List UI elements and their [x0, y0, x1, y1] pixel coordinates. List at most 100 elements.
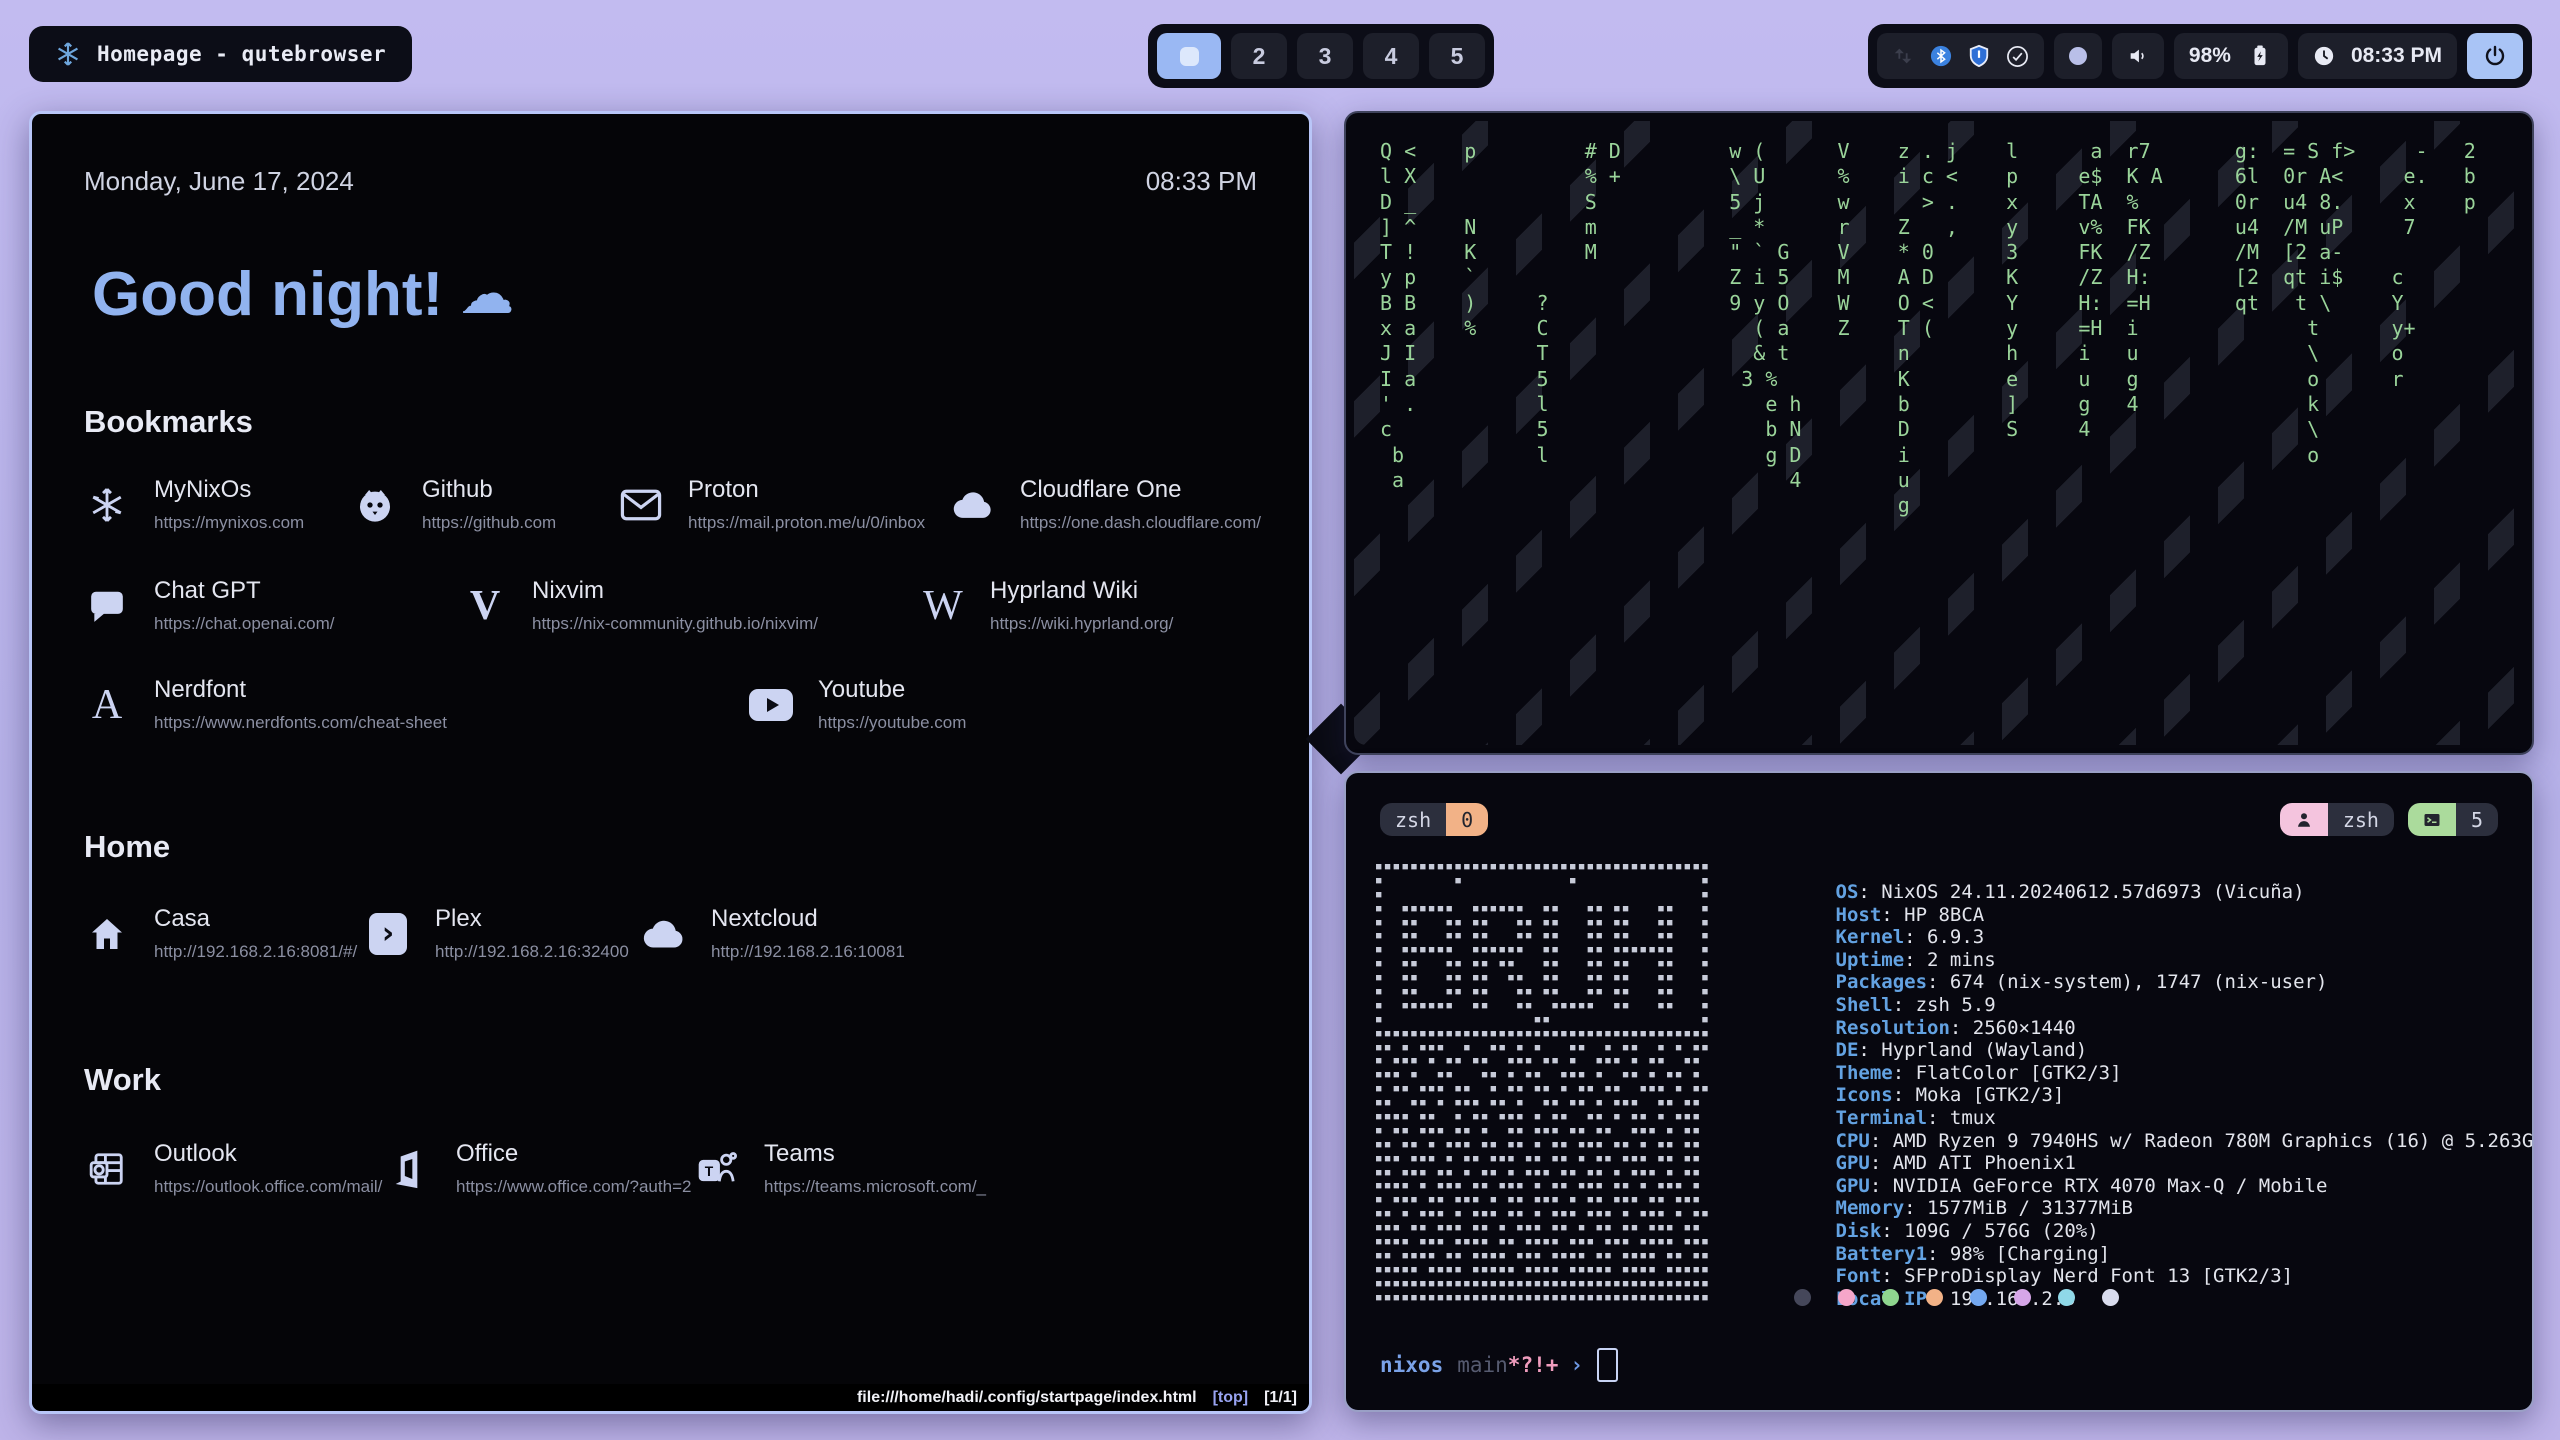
- palette-dot: [2102, 1289, 2119, 1306]
- prompt-git-flags: *?!+: [1508, 1353, 1559, 1377]
- qutebrowser-window: Monday, June 17, 2024 08:33 PM Good nigh…: [29, 111, 1312, 1414]
- palette-dot: [1882, 1289, 1899, 1306]
- window-title-pill[interactable]: Homepage - qutebrowser: [29, 26, 412, 82]
- record-dot-icon: [2069, 47, 2087, 65]
- office-icon: [386, 1149, 432, 1189]
- greeting: Good night! ☁: [92, 259, 1257, 330]
- volume-group[interactable]: [2112, 33, 2164, 79]
- fetch-terminal-window[interactable]: zsh 0 zsh 5: [1344, 771, 2534, 1412]
- plex-chevron-icon: ›: [365, 913, 411, 955]
- matrix-terminal-window[interactable]: Q < p # D w ( V z . j l a r7 g: = S f> -…: [1344, 111, 2534, 755]
- power-icon: [2483, 44, 2507, 68]
- section-title-work: Work: [84, 1062, 1257, 1098]
- cloud-moon-icon: ☁: [461, 265, 513, 325]
- tray-icons-group[interactable]: [1877, 33, 2044, 79]
- system-tray: 98% 08:33 PM: [1868, 24, 2532, 88]
- section-title-home: Home: [84, 829, 1257, 865]
- fetch-line: OSNixOS 24.11.20240612.57d6973 (Vicuña): [1744, 859, 2534, 882]
- statusbar-counter: [1/1]: [1264, 1389, 1297, 1407]
- bookmark-proton[interactable]: Proton https://mail.proton.me/u/0/inbox: [618, 476, 950, 533]
- palette-dot: [2014, 1289, 2031, 1306]
- nixos-snowflake-icon: [55, 41, 81, 67]
- bluetooth-icon: [1930, 45, 1952, 67]
- home-casa[interactable]: Casa http://192.168.2.16:8081/#/: [84, 905, 365, 962]
- work-office[interactable]: Office https://www.office.com/?auth=2: [386, 1140, 694, 1197]
- network-arrows-icon: [1892, 45, 1914, 67]
- home-plex[interactable]: › Plex http://192.168.2.16:32400: [365, 905, 641, 962]
- window-title: Homepage - qutebrowser: [97, 42, 386, 66]
- clock-group[interactable]: 08:33 PM: [2298, 33, 2457, 79]
- battery-percent: 98%: [2189, 44, 2231, 68]
- palette-dot: [2058, 1289, 2075, 1306]
- tmux-window-index: 0: [1446, 803, 1488, 836]
- statusbar-url: file:///home/hadi/.config/startpage/inde…: [857, 1389, 1197, 1407]
- greeting-text: Good night!: [92, 259, 443, 330]
- startpage-time: 08:33 PM: [1146, 166, 1257, 197]
- indicator-group[interactable]: [2054, 33, 2102, 79]
- workspace-button-1[interactable]: [1157, 33, 1221, 79]
- work-outlook[interactable]: Outlook https://outlook.office.com/mail/: [84, 1140, 386, 1197]
- section-title-bookmarks: Bookmarks: [84, 404, 1257, 440]
- workspace-button-5[interactable]: 5: [1429, 33, 1485, 79]
- prompt-chevron: ›: [1570, 1353, 1583, 1377]
- work-teams[interactable]: T Teams https://teams.microsoft.com/_: [694, 1140, 1257, 1197]
- startpage-date: Monday, June 17, 2024: [84, 166, 354, 197]
- palette-dot: [1794, 1289, 1811, 1306]
- palette-dot: [1838, 1289, 1855, 1306]
- bookmark-github[interactable]: Github https://github.com: [352, 476, 618, 533]
- statusbar-frame: [top]: [1213, 1389, 1249, 1407]
- battery-group[interactable]: 98%: [2174, 33, 2288, 79]
- terminal-cursor: [1597, 1348, 1618, 1382]
- workspace-switcher: 2 3 4 5: [1148, 24, 1494, 88]
- bookmark-chatgpt[interactable]: Chat GPT https://chat.openai.com/: [84, 577, 462, 634]
- battery-icon: [2247, 45, 2273, 67]
- tmux-user-pill[interactable]: zsh: [2280, 803, 2394, 836]
- envelope-icon: [618, 488, 664, 522]
- tmux-session-pill[interactable]: zsh 0: [1380, 803, 1488, 836]
- power-button[interactable]: [2467, 33, 2523, 79]
- active-workspace-glyph: [1180, 47, 1199, 66]
- shield-icon: [1968, 44, 1990, 68]
- terminal-color-palette: [1794, 1289, 2119, 1306]
- terminal-icon: [2408, 803, 2456, 836]
- vim-v-icon: V: [462, 582, 508, 630]
- check-circle-icon: [2006, 45, 2029, 68]
- cloud-icon: [950, 489, 996, 521]
- tmux-pane-pill[interactable]: 5: [2408, 803, 2498, 836]
- shell-prompt[interactable]: nixos main *?!+ ›: [1380, 1348, 1618, 1382]
- tmux-user-label: zsh: [2328, 803, 2394, 836]
- bookmark-mynixos[interactable]: MyNixOs https://mynixos.com: [84, 476, 352, 533]
- fastfetch-info: OSNixOS 24.11.20240612.57d6973 (Vicuña) …: [1744, 859, 2534, 1288]
- qutebrowser-statusbar: file:///home/hadi/.config/startpage/inde…: [32, 1384, 1309, 1411]
- prompt-host: nixos: [1380, 1353, 1443, 1377]
- speech-bubble-icon: [84, 587, 130, 625]
- snowflake-icon: [84, 486, 130, 524]
- speaker-icon: [2127, 45, 2149, 67]
- workspace-button-3[interactable]: 3: [1297, 33, 1353, 79]
- bookmark-cloudflare-one[interactable]: Cloudflare One https://one.dash.cloudfla…: [950, 476, 1261, 533]
- svg-text:T: T: [705, 1162, 714, 1178]
- clock-icon: [2313, 45, 2335, 67]
- palette-dot: [1970, 1289, 1987, 1306]
- bookmark-nixvim[interactable]: V Nixvim https://nix-community.github.io…: [462, 577, 920, 634]
- bookmark-nerdfont[interactable]: A Nerdfont https://www.nerdfonts.com/che…: [84, 676, 748, 733]
- serif-a-icon: A: [84, 681, 130, 729]
- workspace-button-4[interactable]: 4: [1363, 33, 1419, 79]
- bookmark-youtube[interactable]: Youtube https://youtube.com: [748, 676, 1257, 733]
- tmux-session-name: zsh: [1380, 803, 1446, 836]
- clock-time: 08:33 PM: [2351, 44, 2442, 68]
- youtube-play-icon: [748, 689, 794, 721]
- bookmark-hyprland-wiki[interactable]: W Hyprland Wiki https://wiki.hyprland.or…: [920, 577, 1257, 634]
- tmux-pane-count: 5: [2456, 803, 2498, 836]
- home-nextcloud[interactable]: Nextcloud http://192.168.2.16:10081: [641, 905, 1257, 962]
- github-icon: [352, 485, 398, 525]
- matrix-rain-text: Q < p # D w ( V z . j l a r7 g: = S f> -…: [1380, 139, 2512, 518]
- outlook-icon: [84, 1150, 130, 1188]
- palette-dot: [1926, 1289, 1943, 1306]
- person-icon: [2280, 803, 2328, 836]
- workspace-button-2[interactable]: 2: [1231, 33, 1287, 79]
- wiki-w-icon: W: [920, 582, 966, 630]
- cloud-icon: [641, 917, 687, 951]
- teams-icon: T: [694, 1150, 740, 1188]
- tmux-statusbar: zsh 0 zsh 5: [1380, 803, 2498, 836]
